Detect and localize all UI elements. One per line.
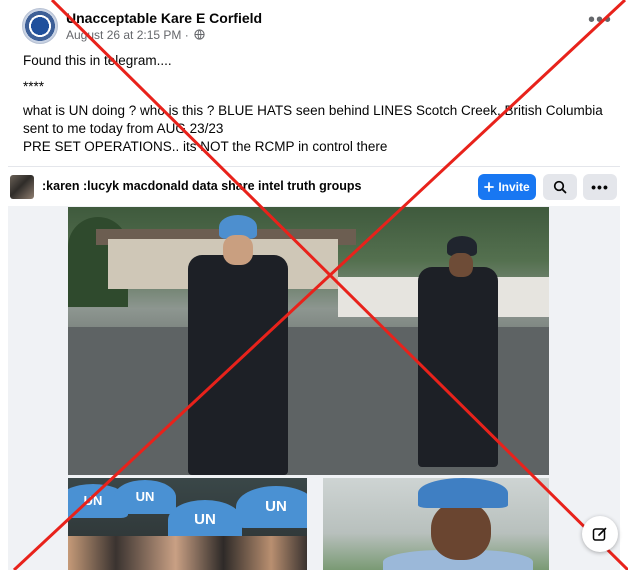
un-soldier-portrait[interactable] (323, 478, 549, 570)
un-soldiers-photo[interactable]: UN UN UN UN (68, 478, 307, 570)
post-text-line: sent to me today from AUG 23/23 (23, 121, 224, 136)
invite-button[interactable]: Invite (478, 174, 536, 200)
post-header: Unacceptable Kare E Corfield August 26 a… (22, 8, 622, 48)
group-name[interactable]: :karen :lucyk macdonald data share intel… (42, 179, 362, 193)
group-thumbnail[interactable] (10, 175, 34, 199)
photo-officer-right (418, 267, 498, 467)
main-photo[interactable] (68, 207, 549, 475)
post-text-line: Found this in telegram.... (23, 53, 172, 68)
photo-officer-left (188, 255, 288, 475)
post-text-line: **** (23, 79, 45, 94)
more-horizontal-icon[interactable]: ••• (588, 10, 612, 30)
globe-icon (194, 29, 205, 40)
photo-portrait-face (431, 502, 491, 560)
photo-face-left (223, 235, 253, 265)
post-date[interactable]: August 26 at 2:15 PM (66, 28, 181, 42)
photo-faces-row (68, 536, 307, 570)
un-helmet: UN (168, 500, 242, 540)
photo-face-right (449, 253, 473, 277)
post-body: Found this in telegram.... **** what is … (23, 52, 603, 156)
search-icon (553, 180, 567, 194)
author-avatar[interactable] (22, 8, 58, 44)
post-meta: August 26 at 2:15 PM · (66, 28, 205, 42)
plus-icon (484, 182, 495, 192)
photo-portrait-helmet (418, 478, 508, 508)
un-helmet: UN (236, 486, 307, 528)
meta-separator: · (184, 28, 189, 42)
group-share-bar: :karen :lucyk macdonald data share intel… (8, 166, 620, 206)
search-button[interactable] (543, 174, 577, 200)
invite-label: Invite (498, 180, 530, 194)
author-name[interactable]: Unacceptable Kare E Corfield (66, 10, 262, 26)
post-text-line: what is UN doing ? who is this ? BLUE HA… (23, 103, 603, 118)
compose-icon (592, 527, 607, 541)
un-helmet: UN (114, 480, 176, 514)
compose-button[interactable] (582, 516, 618, 552)
post-text-line: PRE SET OPERATIONS.. its NOT the RCMP in… (23, 139, 388, 154)
group-more-button[interactable]: ••• (583, 174, 617, 200)
